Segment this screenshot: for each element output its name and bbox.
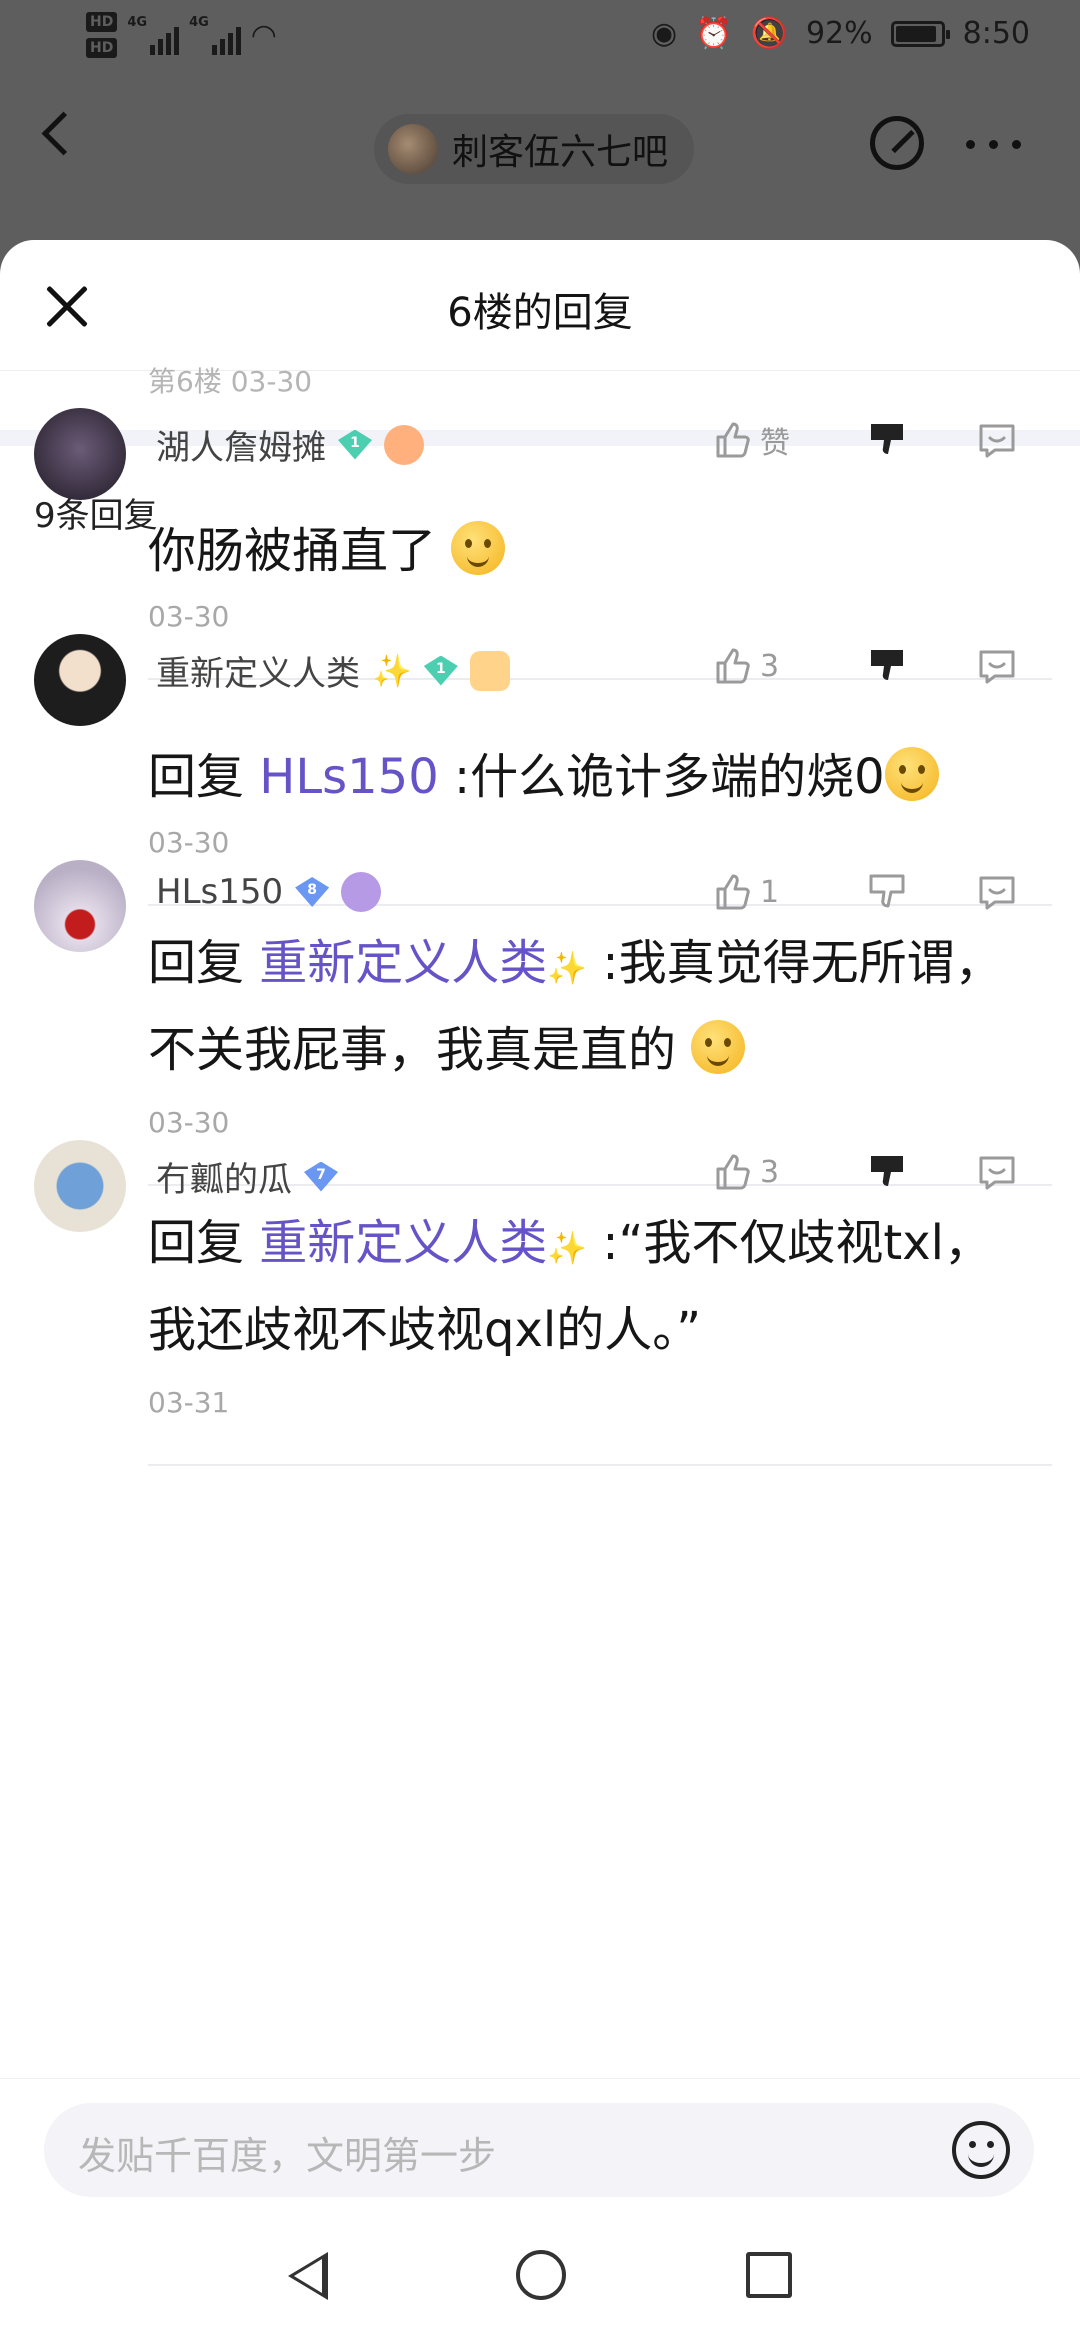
comment-icon	[979, 1156, 1015, 1190]
forum-avatar	[388, 124, 438, 174]
thumbs-up-icon	[712, 646, 752, 686]
comment-date: 03-30	[148, 1106, 230, 1139]
level-badge: 7	[304, 1161, 338, 1192]
comment-icon	[979, 876, 1015, 910]
mention-link[interactable]: 重新定义人类✨	[259, 935, 587, 991]
emoji-icon	[691, 1020, 746, 1074]
comment-text: 你肠被捅直了	[148, 510, 1028, 592]
forum-pill[interactable]: 刺客伍六七吧	[374, 114, 695, 184]
comment-date: 03-31	[148, 1386, 230, 1419]
dislike-button[interactable]	[832, 644, 942, 688]
reply-button[interactable]	[942, 644, 1052, 688]
network-indicators: HD HD 4G 4G ◠	[86, 12, 277, 58]
signal-icon: 4G	[127, 15, 180, 55]
username[interactable]: 重新定义人类	[156, 646, 360, 695]
background-nav: 刺客伍六七吧	[0, 80, 1080, 210]
comment-text: 回复 重新定义人类✨ :“我不仅歧视txl，我还歧视不歧视qxl的人。”	[148, 1215, 992, 1358]
battery-icon	[890, 20, 950, 47]
system-nav-bar	[0, 2210, 1080, 2340]
mention-link[interactable]: 重新定义人类✨	[259, 1215, 587, 1271]
hd-icon: HD HD	[86, 12, 118, 58]
avatar[interactable]	[34, 634, 126, 726]
thumbs-up-icon	[712, 1152, 752, 1192]
avatar[interactable]	[34, 860, 126, 952]
reply-button[interactable]	[942, 870, 1052, 914]
dislike-button[interactable]	[832, 1150, 942, 1194]
username[interactable]: 湖人詹姆摊	[156, 420, 326, 469]
level-badge: 1	[338, 429, 372, 460]
reply-button[interactable]	[942, 1150, 1052, 1194]
sheet-title: 6楼的回复	[447, 290, 633, 336]
emoji-picker-icon[interactable]	[952, 2121, 1010, 2179]
back-icon[interactable]	[41, 111, 86, 156]
emoji-icon	[884, 747, 939, 801]
medal-icon	[469, 650, 510, 691]
like-count: 3	[760, 1154, 780, 1190]
comment-text: 回复 重新定义人类✨ :我真觉得无所谓，不关我屁事，我真是直的	[148, 935, 1003, 1078]
alarm-icon: ⏰	[695, 16, 733, 51]
username[interactable]: HLs150	[156, 872, 283, 912]
input-placeholder: 发贴千百度，文明第一步	[78, 2134, 497, 2178]
nav-back-icon[interactable]	[288, 2252, 328, 2300]
clock: 8:50	[962, 16, 1030, 51]
avatar[interactable]	[34, 408, 126, 500]
dislike-button[interactable]	[832, 870, 942, 914]
more-icon[interactable]	[966, 140, 1021, 149]
divider	[148, 1464, 1052, 1466]
reply-button[interactable]	[942, 418, 1052, 462]
avatar[interactable]	[34, 1140, 126, 1232]
comment-text: 回复 HLs150 :什么诡计多端的烧0	[148, 736, 1028, 818]
nav-recents-icon[interactable]	[746, 2252, 792, 2298]
like-button[interactable]: 3	[712, 1152, 832, 1192]
thumbs-down-icon	[871, 424, 903, 454]
dislike-button[interactable]	[832, 418, 942, 462]
reply-input-bar: 发贴千百度，文明第一步	[0, 2078, 1080, 2209]
comment-icon	[979, 424, 1015, 458]
sparkle-icon: ✨	[372, 651, 412, 690]
username[interactable]: 冇瓤的瓜	[156, 1152, 292, 1201]
like-count: 赞	[760, 426, 790, 461]
floor-meta: 第6楼 03-30	[148, 365, 313, 398]
mention-link[interactable]: HLs150	[259, 749, 438, 805]
thumbs-up-icon	[712, 420, 752, 460]
thumbs-down-icon	[871, 650, 903, 680]
sparkle-icon: ✨	[547, 1229, 588, 1267]
like-button[interactable]: 3	[712, 646, 832, 686]
level-badge: 8	[295, 877, 330, 907]
thumbs-down-icon	[871, 1156, 903, 1186]
medal-icon	[384, 424, 424, 465]
like-button[interactable]: 1	[712, 872, 832, 912]
reply-input[interactable]: 发贴千百度，文明第一步	[44, 2103, 1034, 2197]
like-count: 1	[760, 874, 780, 910]
sheet-header: 6楼的回复	[0, 240, 1080, 371]
wifi-icon: ◠	[250, 17, 277, 53]
comment-date: 03-30	[148, 826, 230, 859]
forum-name: 刺客伍六七吧	[452, 132, 669, 173]
comment-date: 03-30	[148, 600, 230, 633]
status-bar: HD HD 4G 4G ◠ ◉ ⏰ 🔕 92% 8:50	[0, 0, 1080, 80]
like-count: 3	[760, 648, 780, 684]
medal-icon	[341, 872, 382, 912]
signal-icon-2: 4G	[189, 15, 241, 55]
emoji-icon	[451, 521, 506, 575]
level-badge: 1	[423, 655, 458, 686]
eye-icon: ◉	[651, 16, 678, 51]
replies-sheet: 6楼的回复 第6楼 03-30 9条回复 湖人詹姆摊 1 赞 你肠被捅直了 03…	[0, 240, 1080, 2340]
nav-home-icon[interactable]	[516, 2250, 566, 2300]
sparkle-icon: ✨	[547, 949, 588, 987]
like-button[interactable]: 赞	[712, 418, 832, 462]
mute-icon: 🔕	[750, 16, 788, 51]
edit-icon[interactable]	[870, 116, 924, 170]
thumbs-up-icon	[712, 872, 752, 912]
comment-icon	[979, 650, 1015, 684]
battery-percent: 92%	[805, 16, 873, 51]
thumbs-down-icon	[869, 874, 905, 908]
